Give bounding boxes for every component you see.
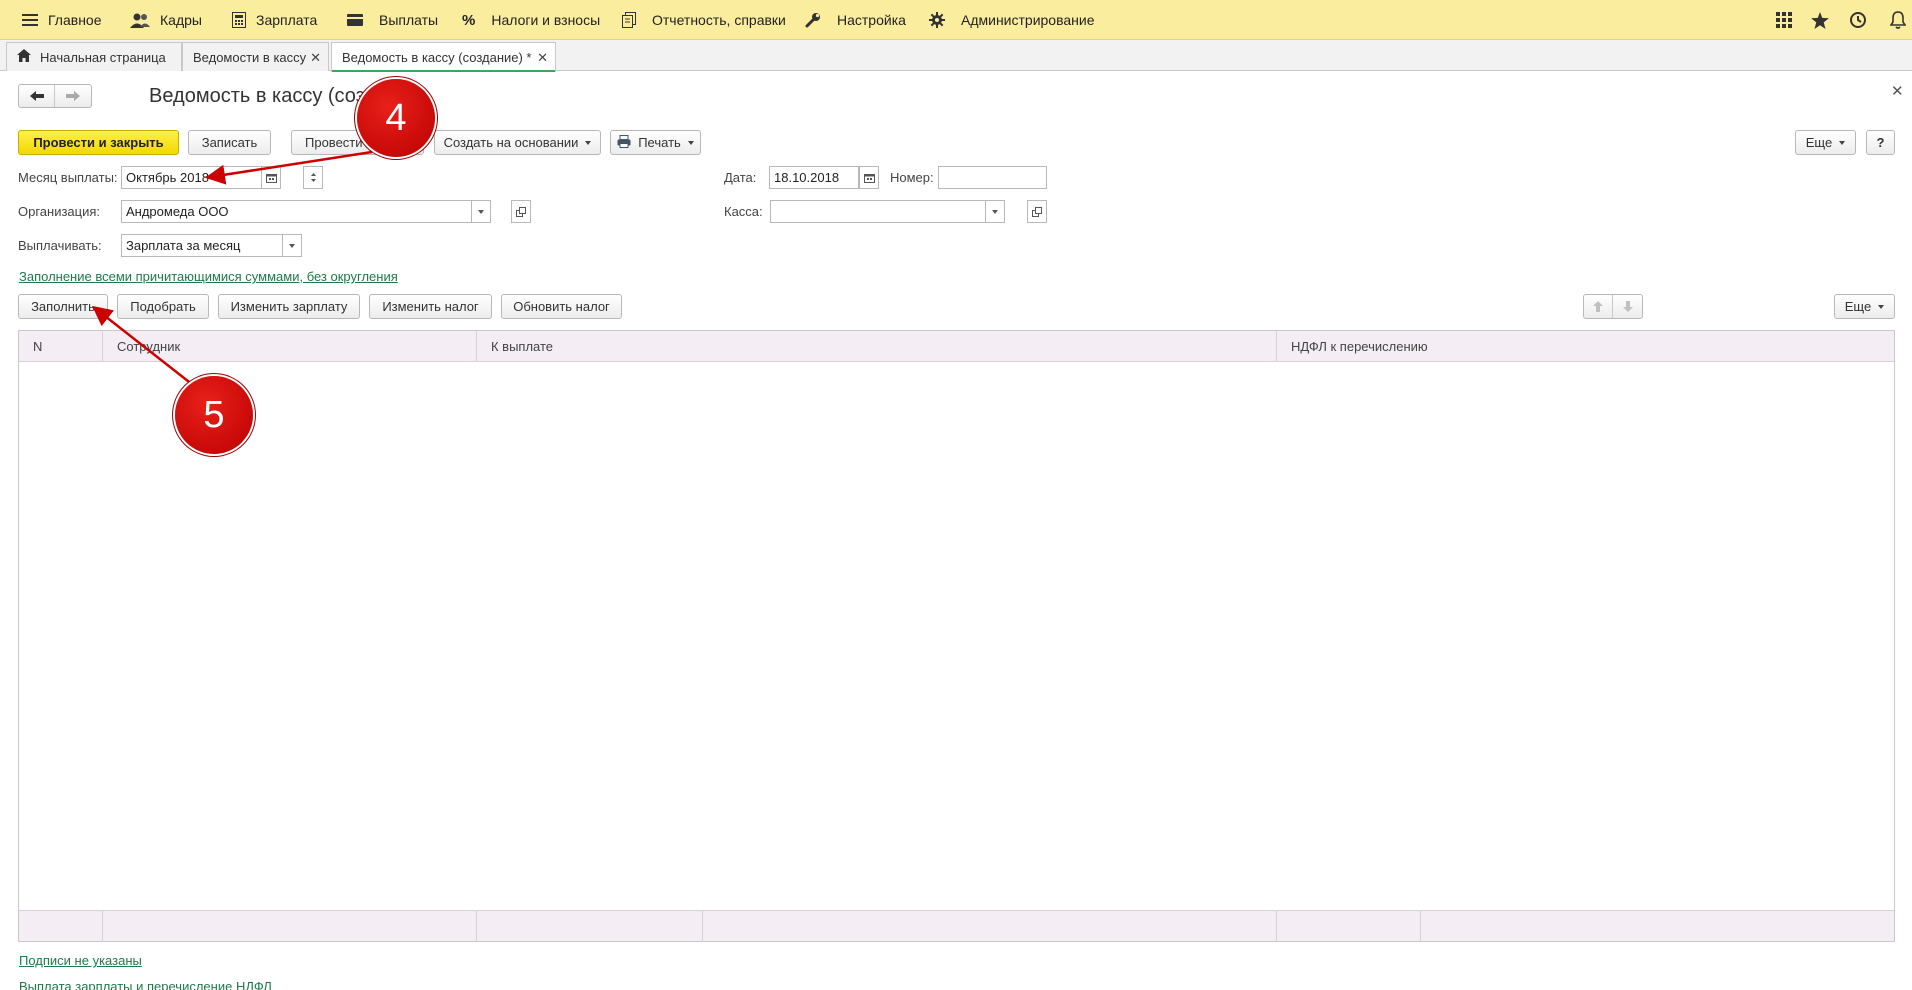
annotation-badge-step: 5 — [175, 376, 253, 454]
annotation-arrows — [92, 150, 373, 386]
annotation-badge-step: 4 — [357, 79, 435, 157]
